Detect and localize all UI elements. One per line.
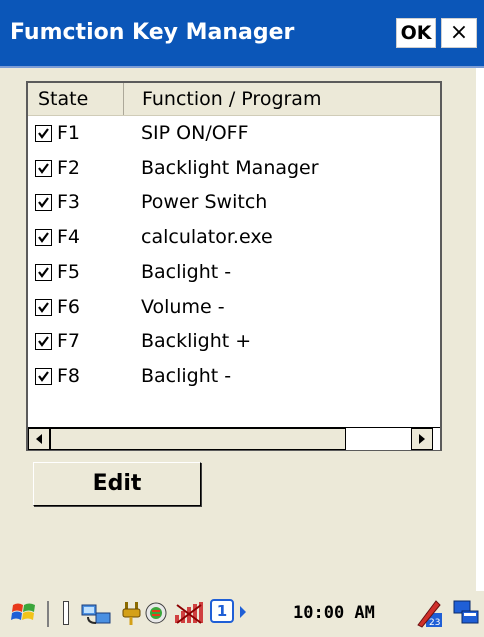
function-key-label: F5 [57,260,81,283]
checkbox[interactable] [35,159,52,177]
program-label: Baclight - [141,260,232,283]
checkbox[interactable] [35,194,52,212]
function-key-label: F3 [57,191,81,214]
checkmark-icon [38,301,49,313]
taskbar: 1 10:00 AM 23 [0,591,484,637]
program-label: SIP ON/OFF [141,122,249,144]
close-button[interactable]: × [441,18,477,48]
function-key-list[interactable]: State Function / Program F1 SIP ON/OFF F2 B… [26,81,442,451]
function-key-label: F8 [57,364,81,387]
checkmark-icon [38,336,49,348]
list-row[interactable]: F5 Baclight - [28,256,440,290]
function-key-label: F6 [57,295,81,318]
program-label: Backlight Manager [141,156,319,179]
checkbox[interactable] [35,333,52,351]
program-label: Power Switch [141,191,268,214]
column-header-state[interactable]: State [28,83,124,115]
checkmark-icon [38,128,49,139]
list-header: State Function / Program [28,83,440,116]
clock[interactable]: 10:00 AM [293,603,375,623]
svg-text:23: 23 [429,618,440,628]
program-label: Backlight + [141,330,252,353]
list-row[interactable]: F6 Volume - [28,291,440,325]
sync-icon[interactable] [143,599,169,627]
title-bar: Fumction Key Manager OK × [0,0,484,66]
scroll-thumb[interactable] [50,428,346,450]
function-key-label: F7 [57,330,81,353]
function-key-label: F2 [57,156,81,179]
checkbox[interactable] [35,367,52,385]
program-label: Volume - [141,295,225,318]
edit-button[interactable]: Edit [33,462,201,506]
checkbox[interactable] [35,263,52,281]
input-panel-icon[interactable]: 23 [414,597,444,629]
program-label: Baclight - [141,364,232,387]
arrow-right-icon [419,434,425,444]
checkmark-icon [38,163,49,174]
program-label: calculator.exe [141,226,273,249]
checkmark-icon [38,267,49,278]
list-row[interactable]: F1 SIP ON/OFF [28,117,440,151]
checkmark-icon [38,197,49,209]
list-row[interactable]: F3 Power Switch [28,186,440,220]
scroll-right-button[interactable] [411,428,433,450]
desktop-icon[interactable] [452,599,480,627]
checkbox[interactable] [35,229,52,247]
taskbar-divider [47,601,49,627]
network-icon[interactable] [80,599,114,627]
checkmark-icon [38,371,49,382]
arrow-icon[interactable] [238,605,248,619]
checkbox[interactable] [35,125,52,142]
column-header-function[interactable]: Function / Program [124,83,424,115]
checkbox[interactable] [35,298,52,316]
title-bar-divider [0,66,484,68]
scroll-left-button[interactable] [28,428,50,450]
signal-off-icon[interactable] [173,601,207,625]
function-key-label: F4 [57,226,81,249]
tray-grip-icon [63,601,69,625]
ok-button[interactable]: OK [396,18,436,48]
window-edge [476,68,484,591]
list-row[interactable]: F2 Backlight Manager [28,152,440,186]
list-row[interactable]: F8 Baclight - [28,360,440,394]
app-title: Fumction Key Manager [10,20,295,45]
start-flag-icon[interactable] [10,599,38,627]
list-row[interactable]: F4 calculator.exe [28,221,440,255]
checkmark-icon [38,232,49,243]
horizontal-scrollbar[interactable] [28,427,440,450]
list-row[interactable]: F7 Backlight + [28,325,440,359]
sim-icon[interactable]: 1 [210,599,234,623]
arrow-left-icon [36,434,42,444]
function-key-label: F1 [57,122,81,144]
power-plug-icon[interactable] [120,598,144,628]
